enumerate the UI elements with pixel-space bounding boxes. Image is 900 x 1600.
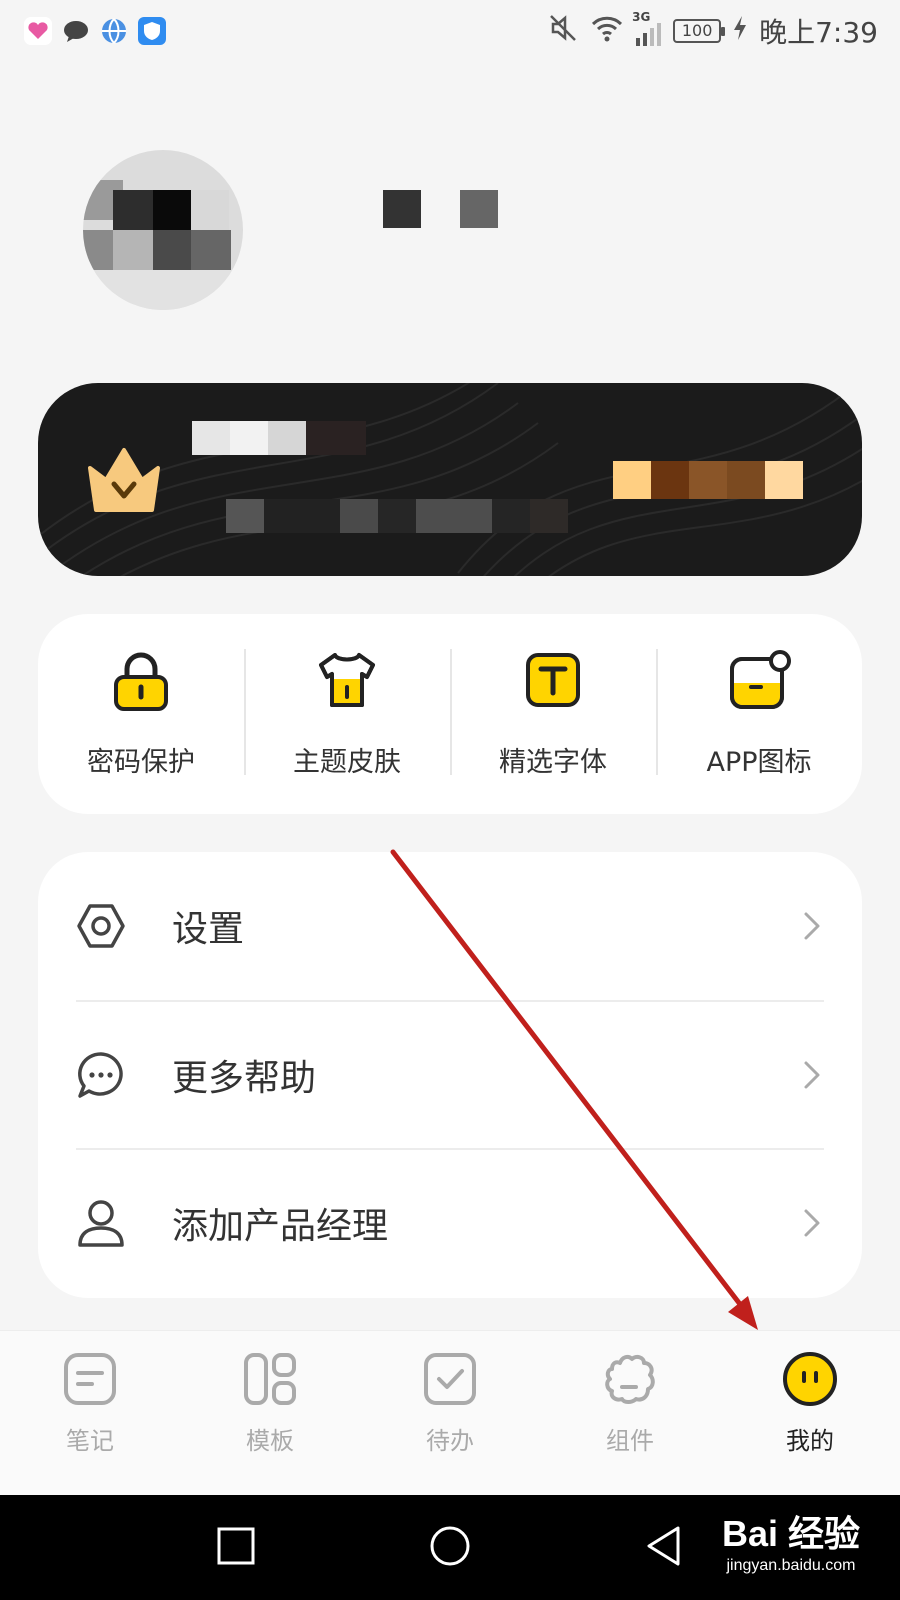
nav-notes[interactable]: 笔记 [20,1351,160,1456]
mute-icon [548,13,578,50]
nav-label: 模板 [246,1427,294,1455]
lock-icon [111,649,171,717]
nav-widgets[interactable]: 组件 [560,1351,700,1456]
feature-password-protect[interactable]: 密码保护 [38,649,244,779]
font-icon [523,649,583,717]
shield-app-icon [138,17,166,45]
menu-card: 设置 更多帮助 添加产品经理 [38,852,862,1298]
watermark-logo-text: Bai 经验 [721,1513,860,1554]
username-redacted [383,190,503,230]
menu-item-add-pm[interactable]: 添加产品经理 [76,1148,824,1296]
template-icon [242,1351,298,1411]
bottom-nav: 笔记 模板 待办 组件 我的 [0,1330,900,1495]
menu-item-help[interactable]: 更多帮助 [76,1000,824,1148]
chevron-right-icon [800,908,824,944]
vip-card[interactable] [38,383,862,576]
menu-label: 设置 [172,909,245,950]
widget-icon [602,1351,658,1411]
feature-app-icon[interactable]: APP图标 [656,649,862,779]
avatar[interactable] [83,150,243,310]
menu-label: 添加产品经理 [172,1206,389,1247]
signal-icon: 3G [632,10,662,46]
app-badge-icon [727,649,791,717]
feature-theme-skin[interactable]: 主题皮肤 [244,649,450,779]
status-indicators: 3G 100 晚上7:39 [548,10,878,51]
menu-item-settings[interactable]: 设置 [76,852,824,1000]
notes-icon [62,1351,118,1411]
settings-icon [76,901,126,951]
feature-label: 主题皮肤 [293,747,401,778]
crown-icon [86,446,162,520]
battery-indicator: 100 [673,19,726,43]
nav-todo[interactable]: 待办 [380,1351,520,1456]
nav-templates[interactable]: 模板 [200,1351,340,1456]
back-button[interactable] [644,1525,684,1571]
recents-button[interactable] [216,1526,256,1570]
chevron-right-icon [800,1205,824,1241]
feature-label: APP图标 [706,747,812,778]
nav-mine[interactable]: 我的 [740,1351,880,1456]
nav-label: 待办 [426,1427,474,1455]
features-card: 密码保护 主题皮肤 精选字体 APP图标 [38,614,862,814]
nav-label: 笔记 [66,1427,114,1455]
nav-label: 组件 [606,1427,654,1455]
wifi-icon [590,13,624,50]
menu-label: 更多帮助 [172,1058,317,1099]
chat-bubble-icon [76,1050,126,1100]
status-bar: 3G 100 晚上7:39 [0,0,900,62]
smiley-icon [782,1351,838,1411]
status-time: 晚上7:39 [759,16,878,49]
baidu-watermark: Bai 经验 jingyan.baidu.com [722,1505,860,1575]
network-type: 3G [632,10,651,24]
nav-label: 我的 [786,1427,834,1455]
status-app-icons [24,17,166,45]
tshirt-icon [317,649,377,717]
chevron-right-icon [800,1057,824,1093]
feature-label: 精选字体 [499,747,607,778]
person-icon [76,1198,126,1248]
charging-icon [733,15,747,48]
heart-app-icon [24,17,52,45]
globe-app-icon [100,17,128,45]
feature-label: 密码保护 [87,747,195,778]
chat-app-icon [62,17,90,45]
todo-icon [422,1351,478,1411]
home-button[interactable] [429,1525,471,1571]
feature-fonts[interactable]: 精选字体 [450,649,656,779]
watermark-url: jingyan.baidu.com [726,1557,856,1574]
